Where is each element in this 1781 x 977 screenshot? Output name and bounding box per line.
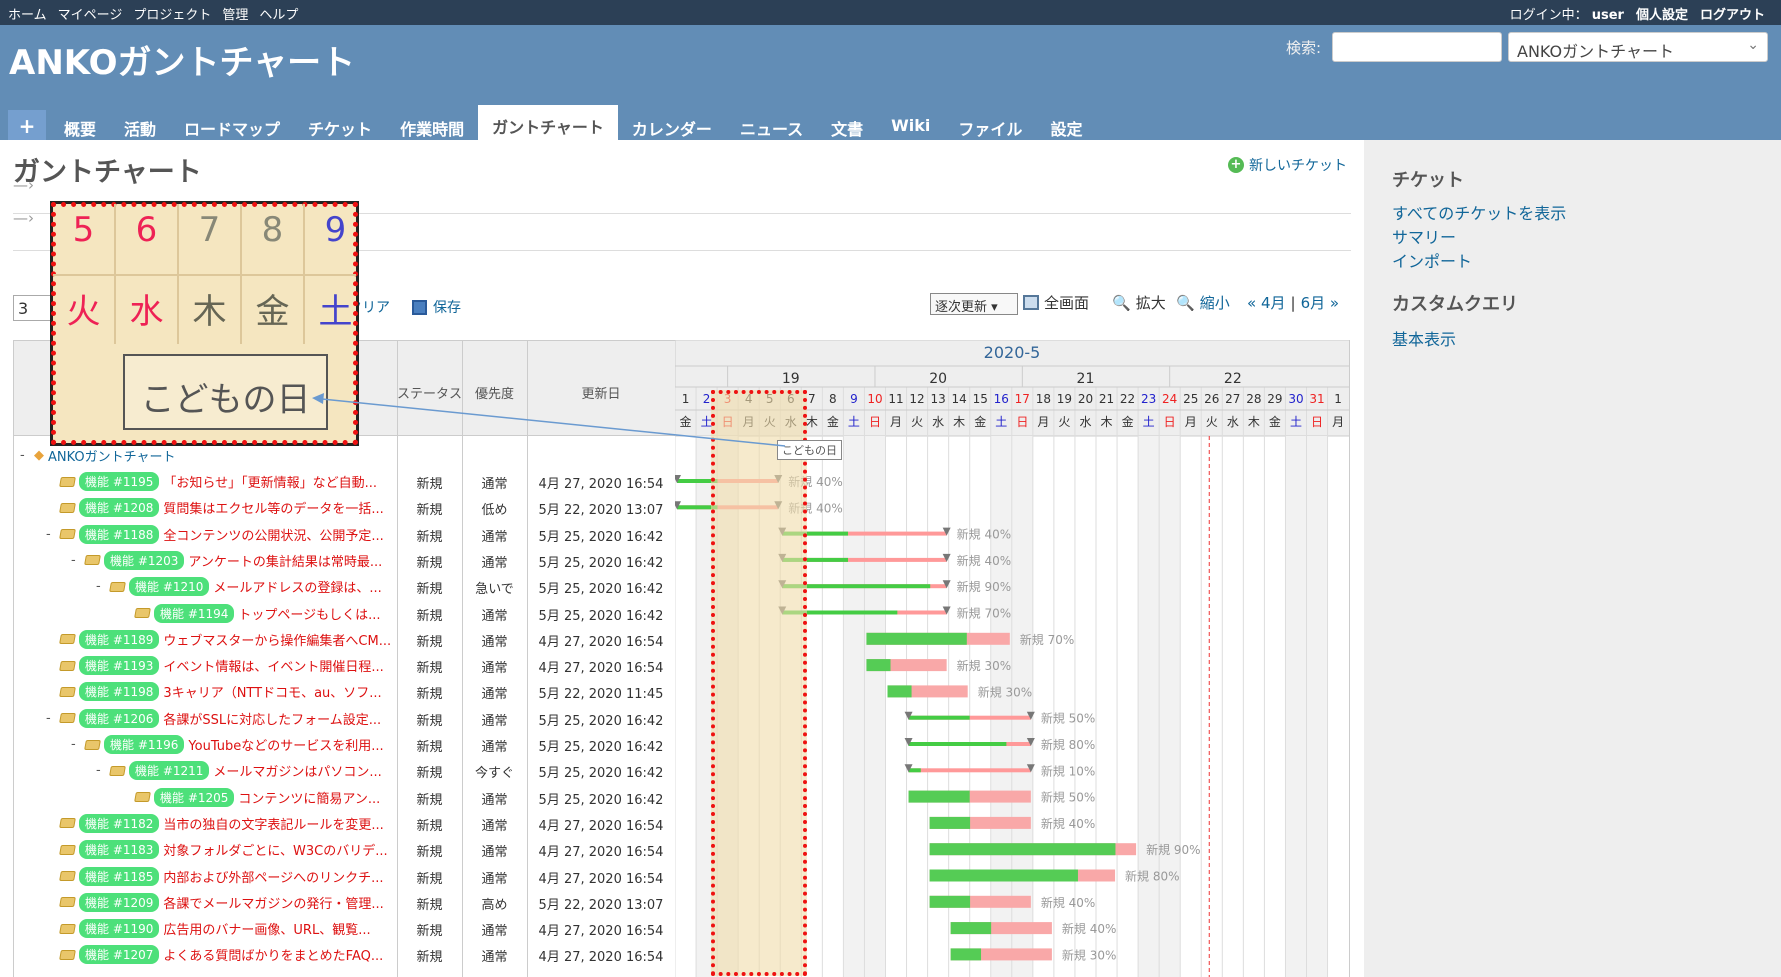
callout-arrow [312,393,786,447]
